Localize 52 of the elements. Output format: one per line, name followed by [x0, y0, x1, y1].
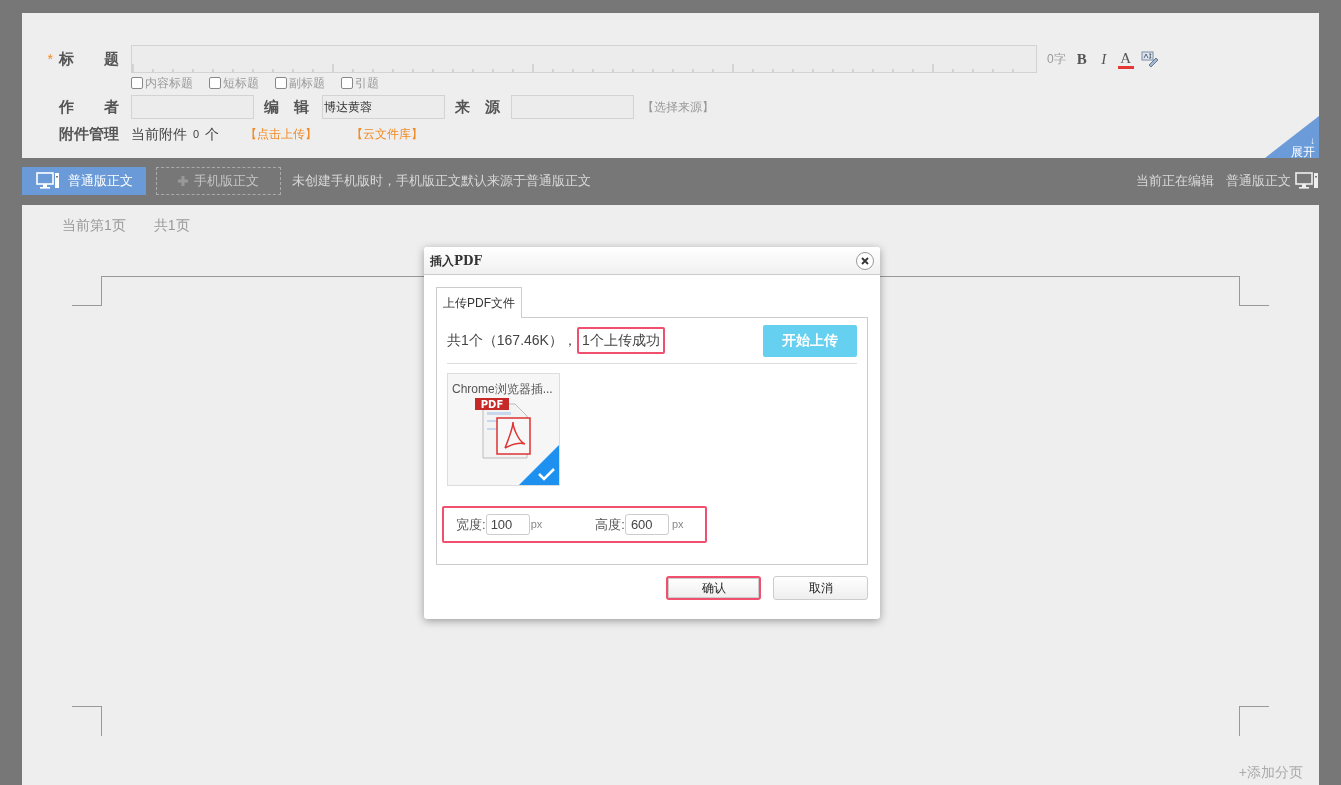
title-label: 标 题	[59, 48, 119, 69]
mobile-version-hint: 未创建手机版时，手机版正文默认来源于普通版正文	[292, 172, 591, 191]
width-label: 宽度:	[456, 515, 486, 534]
checkbox-label: 短标题	[223, 75, 259, 92]
required-mark: *	[47, 49, 53, 69]
plus-icon	[178, 176, 188, 186]
checkbox-label: 引题	[355, 75, 379, 92]
crop-mark	[72, 706, 102, 736]
spellcheck-button[interactable]	[1139, 49, 1160, 69]
checkbox-label: 内容标题	[145, 75, 193, 92]
author-label: 作 者	[58, 96, 120, 117]
close-button[interactable]	[856, 251, 874, 270]
height-input[interactable]: 600	[624, 514, 669, 535]
author-input[interactable]	[131, 95, 254, 119]
page-indicator: 当前第1页	[62, 216, 126, 235]
checkbox[interactable]	[275, 77, 287, 89]
crop-mark	[1239, 706, 1269, 736]
checkbox[interactable]	[209, 77, 221, 89]
attachments-label: 附件管理	[58, 123, 120, 144]
monitor-icon	[35, 172, 60, 190]
editing-status: 当前正在编辑	[1136, 172, 1214, 191]
attachments-count: 0	[193, 126, 200, 142]
current-version: 普通版正文	[1226, 172, 1291, 191]
close-icon	[861, 256, 869, 265]
bold-button[interactable]: B	[1073, 49, 1090, 69]
monitor-icon	[1295, 172, 1319, 190]
checkbox[interactable]	[131, 77, 143, 89]
attachments-unit: 个	[205, 124, 220, 144]
file-name: Chrome浏览器插...	[451, 381, 554, 398]
dialog-tab[interactable]: 上传PDF文件	[436, 287, 522, 318]
upload-status: 1个上传成功	[576, 327, 665, 354]
checkbox-label: 副标题	[289, 75, 325, 92]
upload-summary: 共1个（167.46K），	[447, 331, 577, 350]
editor-input[interactable]: 博达黄蓉	[322, 95, 445, 119]
width-input[interactable]: 100	[485, 514, 530, 535]
title-input[interactable]	[131, 45, 1037, 73]
height-unit: px	[671, 517, 684, 533]
font-color-button[interactable]: A	[1117, 49, 1134, 69]
source-input[interactable]	[511, 95, 634, 119]
page-total: 共1页	[153, 216, 190, 235]
editor-label: 编 辑	[264, 96, 310, 117]
height-label: 高度:	[595, 515, 625, 534]
dialog-title: 插入PDF	[430, 252, 482, 270]
checkbox[interactable]	[341, 77, 353, 89]
italic-button[interactable]: I	[1095, 49, 1112, 69]
cancel-button[interactable]: 取消	[773, 576, 868, 600]
attachments-text: 当前附件	[131, 124, 187, 144]
width-unit: px	[530, 517, 543, 533]
source-label: 来 源	[455, 96, 501, 117]
pdf-file-thumbnail[interactable]: Chrome浏览器插... PDF	[447, 373, 560, 486]
confirm-button[interactable]: 确认	[666, 576, 761, 600]
character-count: 0字	[1047, 51, 1066, 68]
